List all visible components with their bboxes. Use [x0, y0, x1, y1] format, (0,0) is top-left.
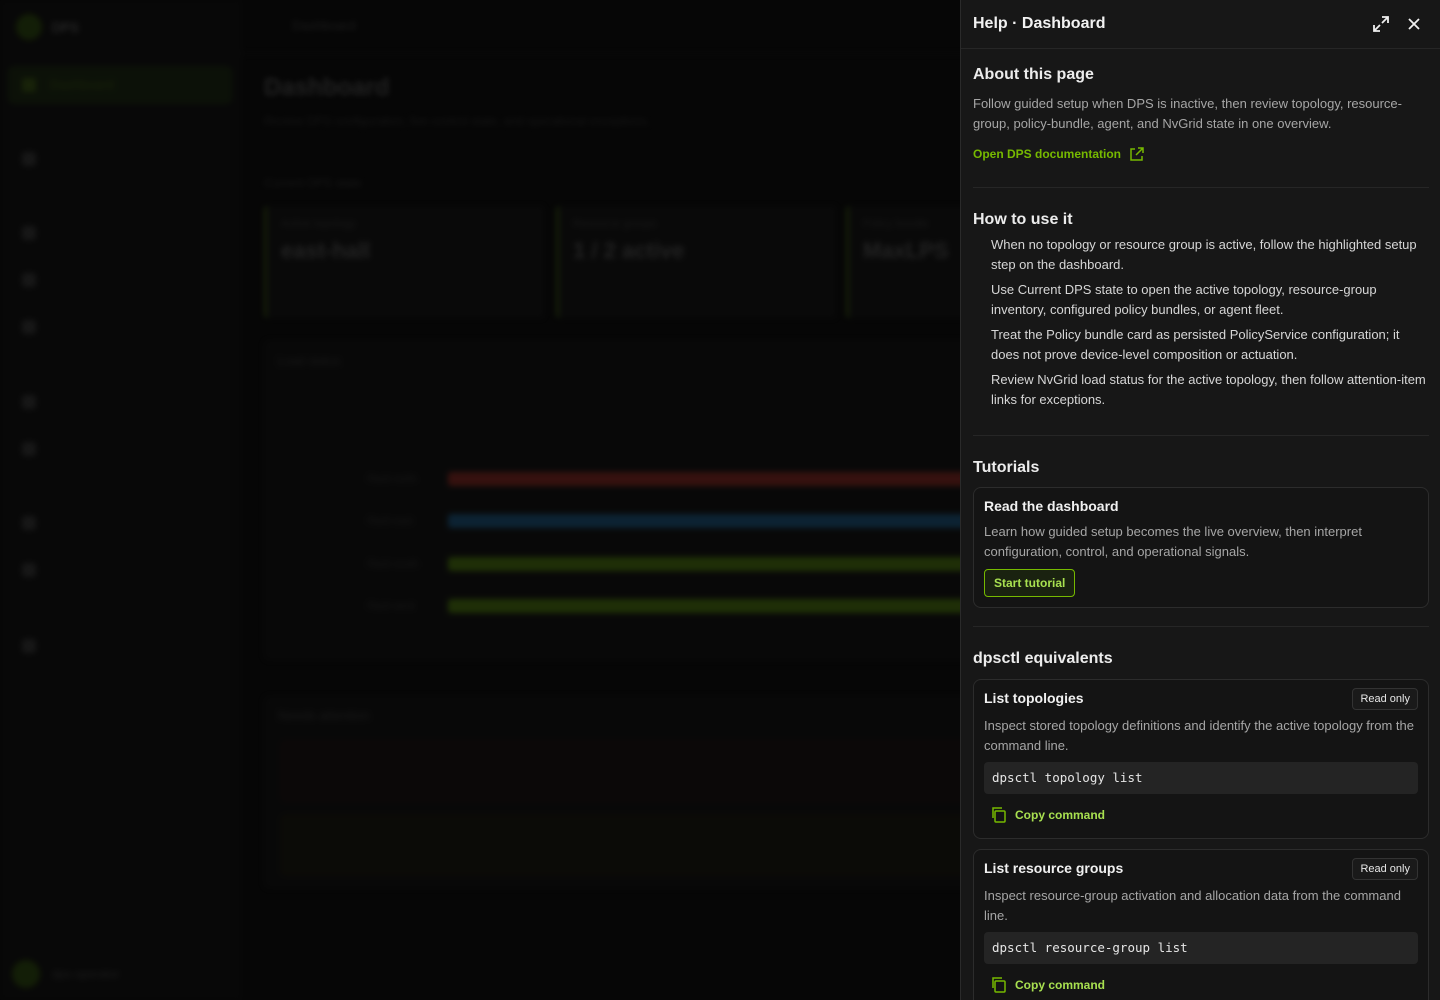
- copy-icon: [992, 977, 1006, 993]
- how-title: How to use it: [973, 211, 1073, 228]
- about-section: About this page Follow guided setup when…: [961, 49, 1440, 187]
- about-title: About this page: [973, 66, 1094, 83]
- documentation-link[interactable]: Open DPS documentation: [973, 146, 1144, 162]
- read-only-badge: Read only: [1352, 858, 1418, 880]
- expand-icon: [1373, 16, 1389, 32]
- copy-icon: [992, 807, 1006, 823]
- command-code: dpsctl topology list: [984, 762, 1418, 794]
- copy-command-label: Copy command: [1015, 977, 1106, 992]
- start-tutorial-button[interactable]: Start tutorial: [984, 569, 1076, 597]
- command-card: List resource groups Read only Inspect r…: [973, 849, 1429, 1000]
- help-panel-header: Help · Dashboard: [961, 0, 1440, 49]
- copy-command-button[interactable]: Copy command: [990, 976, 1105, 993]
- copy-command-label: Copy command: [1015, 807, 1106, 822]
- tutorials-section: Tutorials Read the dashboard Learn how g…: [961, 436, 1440, 626]
- read-only-badge: Read only: [1352, 688, 1418, 710]
- how-steps: When no topology or resource group is ac…: [973, 235, 1429, 409]
- documentation-link-label: Open DPS documentation: [973, 147, 1122, 161]
- close-icon: [1408, 18, 1420, 30]
- tutorial-text: Learn how guided setup becomes the live …: [984, 524, 1362, 559]
- help-panel-title: Help · Dashboard: [973, 15, 1106, 32]
- help-panel: Help · Dashboard About this page Follow …: [960, 0, 1440, 1000]
- command-card: List topologies Read only Inspect stored…: [973, 679, 1429, 839]
- how-step: When no topology or resource group is ac…: [991, 237, 1417, 272]
- how-step: Treat the Policy bundle card as persiste…: [991, 327, 1400, 362]
- about-text: Follow guided setup when DPS is inactive…: [973, 96, 1402, 131]
- copy-command-button[interactable]: Copy command: [990, 806, 1105, 823]
- tutorial-title: Read the dashboard: [984, 498, 1119, 514]
- dpsctl-section: dpsctl equivalents List topologies Read …: [961, 627, 1440, 1000]
- command-description: Inspect stored topology definitions and …: [984, 718, 1414, 753]
- expand-button[interactable]: [1369, 12, 1393, 36]
- tutorial-card: Read the dashboard Learn how guided setu…: [973, 487, 1429, 608]
- command-description: Inspect resource-group activation and al…: [984, 888, 1401, 923]
- how-section: How to use it When no topology or resour…: [961, 188, 1440, 435]
- external-link-icon: [1130, 146, 1144, 161]
- dpsctl-title: dpsctl equivalents: [973, 650, 1113, 667]
- close-button[interactable]: [1402, 12, 1426, 36]
- how-step: Review NvGrid load status for the active…: [991, 372, 1426, 407]
- command-code: dpsctl resource-group list: [984, 932, 1418, 964]
- help-panel-body: About this page Follow guided setup when…: [961, 49, 1440, 1000]
- how-step: Use Current DPS state to open the active…: [991, 282, 1377, 317]
- tutorials-title: Tutorials: [973, 459, 1040, 476]
